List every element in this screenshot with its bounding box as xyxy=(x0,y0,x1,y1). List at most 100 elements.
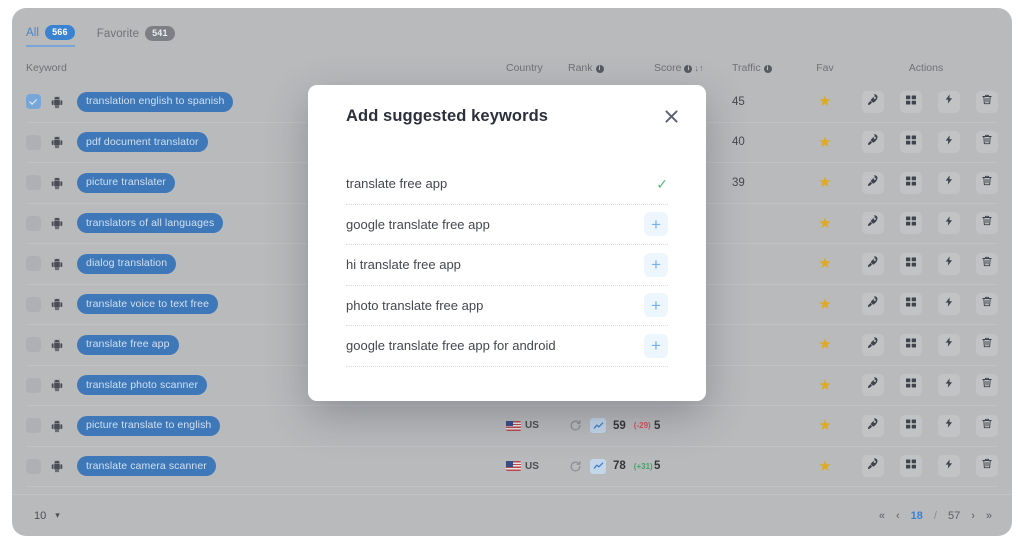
favorite-star-icon[interactable]: ★ xyxy=(818,459,831,474)
chart-icon[interactable] xyxy=(590,418,606,434)
info-icon[interactable]: i xyxy=(763,65,772,73)
row-checkbox[interactable] xyxy=(26,175,41,191)
lightning-button[interactable] xyxy=(938,212,960,235)
tab-all[interactable]: All 566 xyxy=(26,25,75,47)
rocket-button[interactable] xyxy=(862,414,884,437)
row-checkbox[interactable] xyxy=(26,296,41,312)
trash-button[interactable] xyxy=(976,333,998,356)
trash-button[interactable] xyxy=(976,455,998,478)
row-checkbox[interactable] xyxy=(26,458,41,474)
row-checkbox[interactable] xyxy=(26,134,41,150)
rocket-button[interactable] xyxy=(862,455,884,478)
lightning-button[interactable] xyxy=(938,252,960,275)
refresh-icon[interactable] xyxy=(568,418,583,433)
add-keyword-button[interactable]: + xyxy=(644,252,668,277)
grid-button[interactable] xyxy=(900,90,922,113)
lightning-button[interactable] xyxy=(938,131,960,154)
header-traffic[interactable]: Traffic i xyxy=(732,62,796,74)
grid-button[interactable] xyxy=(900,171,922,194)
grid-button[interactable] xyxy=(900,293,922,316)
lightning-button[interactable] xyxy=(938,455,960,478)
sort-icon[interactable]: ↓↑ xyxy=(694,63,703,73)
grid-button[interactable] xyxy=(900,131,922,154)
favorite-star-icon[interactable]: ★ xyxy=(818,94,831,109)
favorite-star-icon[interactable]: ★ xyxy=(818,256,831,271)
grid-button[interactable] xyxy=(900,374,922,397)
trash-button[interactable] xyxy=(976,90,998,113)
add-keyword-button[interactable]: + xyxy=(644,212,668,237)
row-checkbox[interactable] xyxy=(26,94,41,110)
trash-button[interactable] xyxy=(976,252,998,275)
trash-button[interactable] xyxy=(976,131,998,154)
pagination-prev-button[interactable]: ‹ xyxy=(896,510,900,522)
row-checkbox[interactable] xyxy=(26,337,41,353)
keyword-chip[interactable]: translators of all languages xyxy=(77,213,224,234)
row-checkbox[interactable] xyxy=(26,256,41,272)
suggested-keyword-row[interactable]: google translate free app for android + xyxy=(346,326,668,367)
rocket-button[interactable] xyxy=(862,212,884,235)
trash-button[interactable] xyxy=(976,212,998,235)
pagination-current-page[interactable]: 18 xyxy=(911,510,923,522)
keyword-chip[interactable]: pdf document translator xyxy=(77,132,208,153)
lightning-button[interactable] xyxy=(938,293,960,316)
favorite-star-icon[interactable]: ★ xyxy=(818,418,831,433)
keyword-chip[interactable]: translate photo scanner xyxy=(77,375,208,396)
table-row[interactable]: translate camera scanner US 78 (+31) 5 ★ xyxy=(26,447,998,487)
trash-button[interactable] xyxy=(976,374,998,397)
favorite-star-icon[interactable]: ★ xyxy=(818,135,831,150)
chart-icon[interactable] xyxy=(590,458,606,474)
rocket-button[interactable] xyxy=(862,171,884,194)
pagination-last-button[interactable]: » xyxy=(986,510,992,522)
keyword-chip[interactable]: picture translater xyxy=(77,172,176,193)
keyword-chip[interactable]: translation english to spanish xyxy=(77,91,234,112)
rocket-button[interactable] xyxy=(862,252,884,275)
grid-button[interactable] xyxy=(900,252,922,275)
favorite-star-icon[interactable]: ★ xyxy=(818,378,831,393)
keyword-chip[interactable]: translate free app xyxy=(77,334,179,355)
rows-per-page-select[interactable]: 10 ▾ xyxy=(34,510,60,522)
lightning-button[interactable] xyxy=(938,90,960,113)
add-keyword-button[interactable]: + xyxy=(644,293,668,318)
trash-button[interactable] xyxy=(976,171,998,194)
header-rank[interactable]: Rank i xyxy=(568,62,654,74)
suggested-keyword-row[interactable]: hi translate free app + xyxy=(346,245,668,286)
tab-favorite[interactable]: Favorite 541 xyxy=(97,26,175,46)
table-row[interactable]: picture translate to english US 59 (-29) 5 ★ xyxy=(26,406,998,447)
keyword-chip[interactable]: translate voice to text free xyxy=(77,294,219,315)
pagination-next-button[interactable]: › xyxy=(971,510,975,522)
close-icon[interactable] xyxy=(663,108,680,125)
grid-button[interactable] xyxy=(900,455,922,478)
refresh-icon[interactable] xyxy=(568,459,583,474)
favorite-star-icon[interactable]: ★ xyxy=(818,216,831,231)
pagination-first-button[interactable]: « xyxy=(879,510,885,522)
header-score[interactable]: Score i ↓↑ xyxy=(654,62,732,74)
trash-button[interactable] xyxy=(976,414,998,437)
info-icon[interactable]: i xyxy=(595,65,604,73)
keyword-chip[interactable]: translate camera scanner xyxy=(77,456,216,477)
grid-button[interactable] xyxy=(900,212,922,235)
grid-button[interactable] xyxy=(900,333,922,356)
rocket-button[interactable] xyxy=(862,90,884,113)
row-checkbox[interactable] xyxy=(26,215,41,231)
lightning-button[interactable] xyxy=(938,333,960,356)
row-checkbox[interactable] xyxy=(26,377,41,393)
rocket-button[interactable] xyxy=(862,131,884,154)
header-keyword[interactable]: Keyword xyxy=(26,62,506,74)
rocket-button[interactable] xyxy=(862,333,884,356)
add-keyword-button[interactable]: + xyxy=(644,333,668,358)
lightning-button[interactable] xyxy=(938,171,960,194)
trash-button[interactable] xyxy=(976,293,998,316)
lightning-button[interactable] xyxy=(938,414,960,437)
info-icon[interactable]: i xyxy=(684,65,693,73)
keyword-chip[interactable]: picture translate to english xyxy=(77,415,221,436)
favorite-star-icon[interactable]: ★ xyxy=(818,175,831,190)
keyword-chip[interactable]: dialog translation xyxy=(77,253,177,274)
lightning-button[interactable] xyxy=(938,374,960,397)
favorite-star-icon[interactable]: ★ xyxy=(818,297,831,312)
rocket-button[interactable] xyxy=(862,293,884,316)
favorite-star-icon[interactable]: ★ xyxy=(818,337,831,352)
suggested-keyword-row[interactable]: translate free app ✓ xyxy=(346,164,668,205)
row-checkbox[interactable] xyxy=(26,418,41,434)
rocket-button[interactable] xyxy=(862,374,884,397)
suggested-keyword-row[interactable]: google translate free app + xyxy=(346,205,668,245)
